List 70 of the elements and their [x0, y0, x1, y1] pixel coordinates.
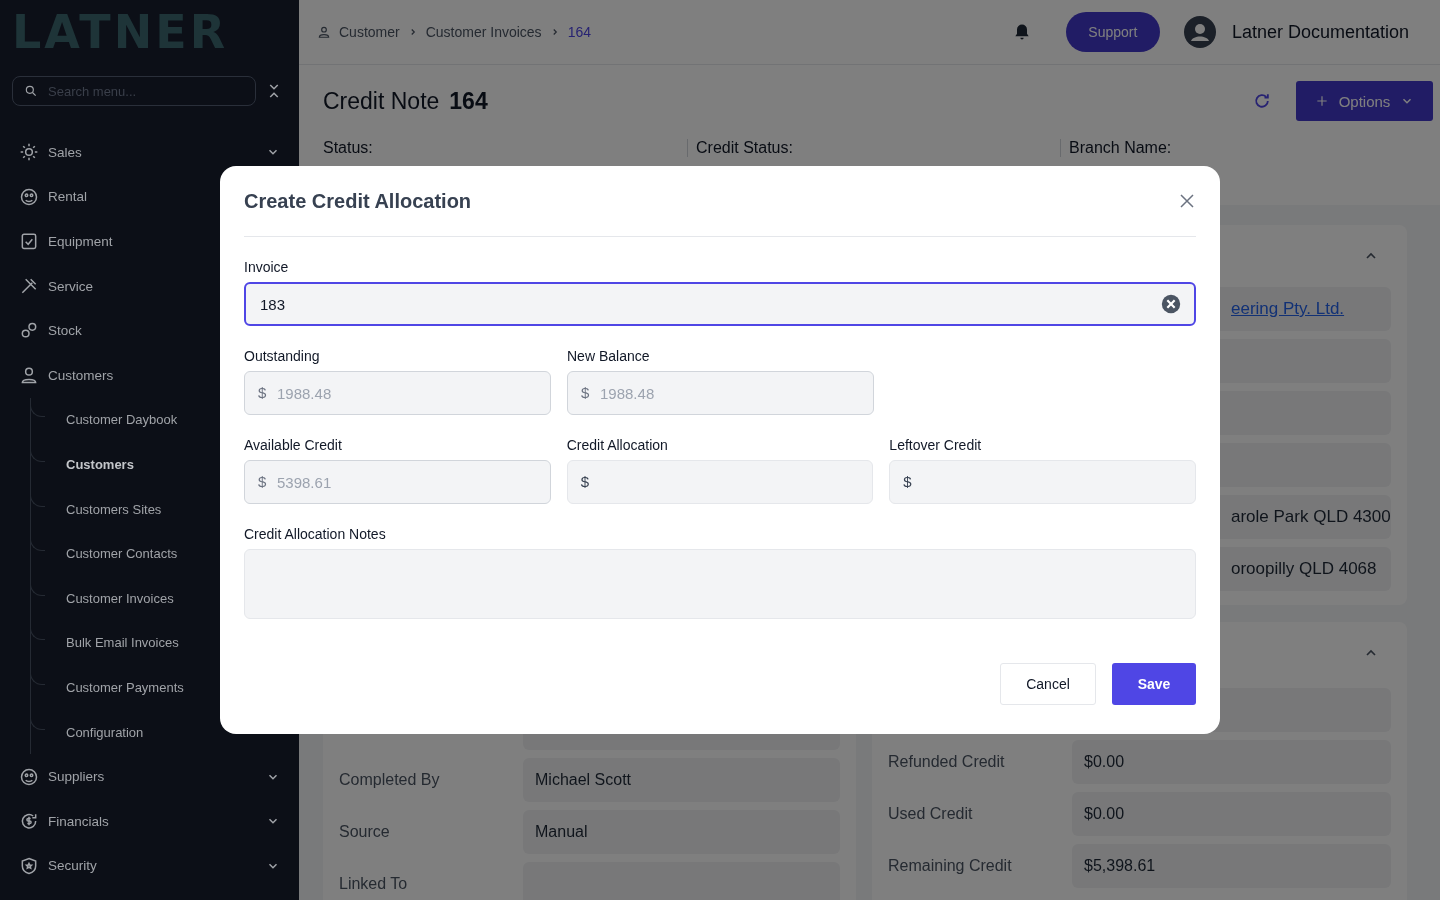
plus-icon [1314, 94, 1329, 108]
field-label: Credit Allocation [566, 437, 669, 453]
submenu-item[interactable]: Customers Sites [66, 501, 162, 517]
field-label: Credit Allocation Notes [244, 526, 387, 542]
submenu-item[interactable]: Customer Payments [66, 679, 184, 695]
currency-symbol: $ [581, 384, 590, 401]
submenu-item[interactable]: Customer Daybook [66, 412, 178, 428]
status-label: Credit Status: [687, 139, 1060, 157]
collapse-icon[interactable] [268, 82, 280, 100]
menu-icon [19, 142, 39, 163]
invoice-field[interactable]: 183 [244, 282, 1196, 326]
field-label: Linked To [339, 875, 408, 892]
field-label: Used Credit [888, 805, 973, 822]
address-text: arole Park QLD 4300 [1231, 507, 1391, 527]
dialog-title: Create Credit Allocation [244, 189, 472, 213]
page-title: Credit Note [323, 87, 440, 115]
currency-symbol: $ [258, 384, 267, 401]
field-label: Completed By [339, 771, 440, 788]
user-name[interactable]: Latner Documentation [1231, 21, 1409, 43]
search-icon [24, 84, 38, 98]
field-label: Outstanding [244, 348, 321, 364]
close-icon[interactable] [1178, 192, 1196, 210]
avatar-icon[interactable] [1183, 16, 1216, 48]
save-button[interactable]: Save [1112, 663, 1196, 705]
field-label: Invoice [244, 259, 290, 275]
value-field: Manual [523, 810, 840, 854]
clear-icon[interactable] [1160, 293, 1182, 315]
note-number: 164 [449, 87, 488, 115]
value-field: $5,398.61 [1072, 844, 1391, 888]
submenu-item[interactable]: Customer Invoices [66, 590, 174, 606]
menu-icon [19, 766, 39, 787]
options-button[interactable]: Options [1296, 81, 1433, 121]
refresh-icon[interactable] [1252, 91, 1272, 111]
menu-icon [19, 186, 39, 207]
menu-icon [19, 365, 39, 386]
menu-item[interactable]: Suppliers [12, 754, 282, 799]
submenu-item[interactable]: Customers [66, 456, 134, 472]
menu-icon [19, 811, 39, 832]
field-label: Remaining Credit [888, 857, 1012, 874]
currency-symbol: $ [903, 473, 912, 490]
menu-item[interactable]: Financials [12, 798, 282, 844]
field-label: Source [339, 823, 390, 840]
menu-icon [19, 320, 39, 341]
menu-item[interactable]: Sales [12, 130, 282, 175]
breadcrumb-link[interactable]: Customer [339, 24, 400, 40]
currency-symbol: $ [580, 473, 589, 490]
menu-icon [19, 855, 39, 876]
field-label: Leftover Credit [889, 437, 983, 453]
submenu-item[interactable]: Configuration [66, 724, 144, 740]
field-label: Refunded Credit [888, 753, 1005, 770]
value-field: Michael Scott [523, 758, 840, 802]
support-button[interactable]: Support [1065, 12, 1160, 52]
status-label: Status: [323, 139, 374, 157]
notes-field[interactable] [244, 549, 1196, 619]
amount-field[interactable] [566, 460, 874, 504]
value-field: $0.00 [1072, 740, 1391, 784]
status-label: Branch Name: [1060, 139, 1433, 157]
value-field: $0.00 [1072, 792, 1391, 836]
amount-field[interactable] [889, 460, 1196, 504]
cancel-button[interactable]: Cancel [1000, 663, 1096, 705]
field-label: New Balance [567, 348, 651, 364]
address-text: oroopilly QLD 4068 [1231, 559, 1377, 579]
breadcrumb-link[interactable]: Customer Invoices [425, 24, 542, 40]
menu-icon [19, 231, 39, 252]
submenu-item[interactable]: Customer Contacts [66, 546, 178, 562]
person-icon [317, 25, 331, 39]
menu-item[interactable]: Security [12, 843, 282, 889]
submenu-item[interactable]: Bulk Email Invoices [66, 635, 179, 651]
currency-symbol: $ [258, 473, 267, 490]
field-label: Available Credit [244, 437, 343, 453]
